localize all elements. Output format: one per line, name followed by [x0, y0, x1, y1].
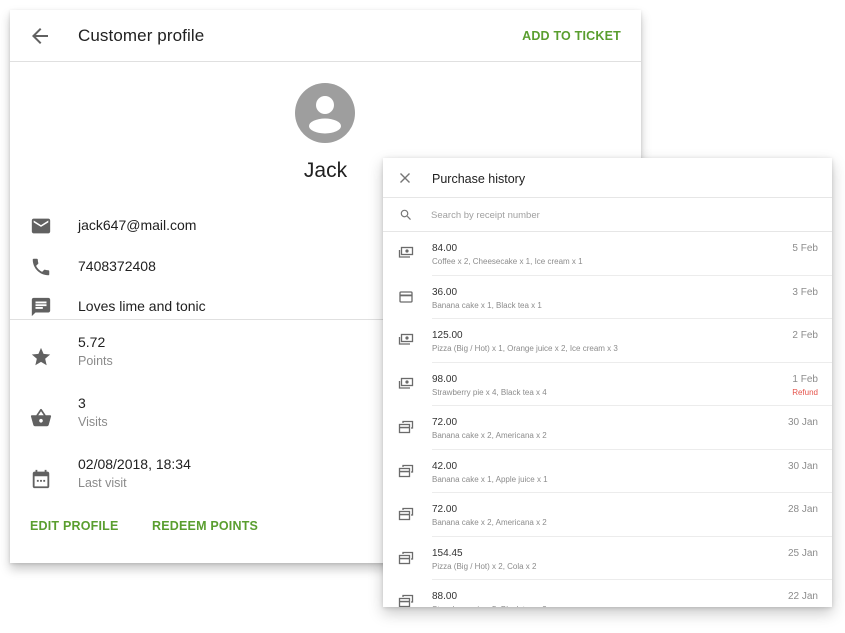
search-icon	[400, 209, 411, 220]
calendar-icon	[32, 469, 50, 489]
email-icon	[31, 218, 51, 234]
multi-card-icon	[398, 594, 414, 607]
receipt-items: Strawberry pie x 5, Black tea x 3	[432, 605, 547, 607]
receipt-items: Banana cake x 1, Apple juice x 1	[432, 474, 548, 484]
receipt-date: 28 Jan	[787, 504, 818, 515]
receipt-item[interactable]: 84.00 Coffee x 2, Cheesecake x 1, Ice cr…	[383, 232, 832, 276]
email-value: jack647@mail.com	[78, 217, 197, 233]
receipt-date: 5 Feb	[792, 243, 818, 254]
points-value: 5.72	[78, 334, 106, 350]
receipt-date: 30 Jan	[787, 417, 818, 428]
multi-card-icon	[398, 464, 414, 478]
cash-icon	[398, 377, 414, 391]
edit-profile-button[interactable]: EDIT PROFILE	[30, 519, 119, 533]
receipt-amount: 36.00	[432, 286, 458, 298]
history-title: Purchase history	[432, 172, 526, 186]
visits-label: Visits	[78, 415, 108, 429]
purchase-history-panel: Purchase history 84.00 Coffee x 2, Chees…	[383, 158, 832, 607]
receipt-date: 25 Jan	[787, 547, 818, 559]
receipt-amount: 72.00	[432, 417, 458, 428]
receipt-item[interactable]: 72.00 Banana cake x 2, Americana x 2 30 …	[383, 406, 832, 450]
visits-value: 3	[78, 395, 86, 411]
card-icon	[398, 290, 414, 304]
receipt-amount: 154.45	[432, 547, 463, 559]
account-circle-icon	[295, 83, 355, 143]
add-to-ticket-button[interactable]: ADD TO TICKET	[522, 29, 621, 43]
last-visit-value: 02/08/2018, 18:34	[78, 456, 191, 472]
history-header: Purchase history	[383, 158, 832, 198]
arrow-back-icon	[32, 28, 48, 44]
receipt-items: Banana cake x 1, Black tea x 1	[432, 300, 542, 310]
receipt-item[interactable]: 36.00 Banana cake x 1, Black tea x 1 3 F…	[383, 276, 832, 319]
receipt-items: Banana cake x 2, Americana x 2	[432, 431, 547, 440]
close-icon	[400, 173, 410, 183]
receipt-date: 30 Jan	[787, 460, 818, 472]
points-label: Points	[78, 354, 113, 368]
note-value: Loves lime and tonic	[78, 298, 206, 314]
receipt-amount: 84.00	[432, 243, 458, 254]
receipt-status: Refund	[792, 387, 818, 397]
receipt-item[interactable]: 88.00 Strawberry pie x 5, Black tea x 3 …	[383, 580, 832, 607]
receipt-amount: 72.00	[432, 504, 458, 515]
phone-value: 7408372408	[78, 258, 156, 274]
receipt-list: 84.00 Coffee x 2, Cheesecake x 1, Ice cr…	[383, 232, 832, 607]
redeem-points-button[interactable]: REDEEM POINTS	[152, 519, 258, 533]
receipt-amount: 125.00	[432, 330, 463, 341]
receipt-items: Pizza (Big / Hot) x 1, Orange juice x 2,…	[432, 344, 618, 353]
receipt-date: 2 Feb	[792, 330, 818, 341]
multi-card-icon	[398, 551, 414, 565]
receipt-amount: 98.00	[432, 373, 458, 385]
star-icon	[31, 347, 51, 366]
page-title: Customer profile	[78, 26, 205, 45]
receipt-items: Coffee x 2, Cheesecake x 1, Ice cream x …	[432, 257, 583, 266]
receipt-item[interactable]: 98.00 Strawberry pie x 4, Black tea x 4 …	[383, 363, 832, 406]
profile-header: Customer profile ADD TO TICKET	[10, 10, 641, 62]
receipt-amount: 42.00	[432, 460, 458, 472]
cash-icon	[398, 333, 414, 347]
receipt-items: Pizza (Big / Hot) x 2, Cola x 2	[432, 561, 537, 571]
receipt-amount: 88.00	[432, 591, 458, 602]
comment-icon	[31, 297, 51, 317]
search-bar	[383, 198, 832, 232]
receipt-items: Banana cake x 2, Americana x 2	[432, 518, 547, 527]
multi-card-icon	[398, 420, 414, 434]
cash-icon	[398, 246, 414, 260]
receipt-item[interactable]: 125.00 Pizza (Big / Hot) x 1, Orange jui…	[383, 319, 832, 363]
back-button[interactable]	[28, 24, 52, 48]
receipt-item[interactable]: 42.00 Banana cake x 1, Apple juice x 1 3…	[383, 450, 832, 493]
receipt-date: 3 Feb	[792, 286, 818, 298]
receipt-date: 1 Feb	[792, 373, 818, 385]
receipt-items: Strawberry pie x 4, Black tea x 4	[432, 387, 547, 397]
last-visit-label: Last visit	[78, 476, 127, 490]
receipt-item[interactable]: 72.00 Banana cake x 2, Americana x 2 28 …	[383, 493, 832, 537]
phone-icon	[32, 258, 50, 276]
multi-card-icon	[398, 507, 414, 521]
close-button[interactable]	[397, 170, 413, 186]
shopping-basket-icon	[30, 408, 52, 427]
receipt-search-input[interactable]	[431, 204, 811, 226]
receipt-item[interactable]: 154.45 Pizza (Big / Hot) x 2, Cola x 2 2…	[383, 537, 832, 580]
receipt-date: 22 Jan	[787, 591, 818, 602]
avatar	[294, 82, 356, 144]
